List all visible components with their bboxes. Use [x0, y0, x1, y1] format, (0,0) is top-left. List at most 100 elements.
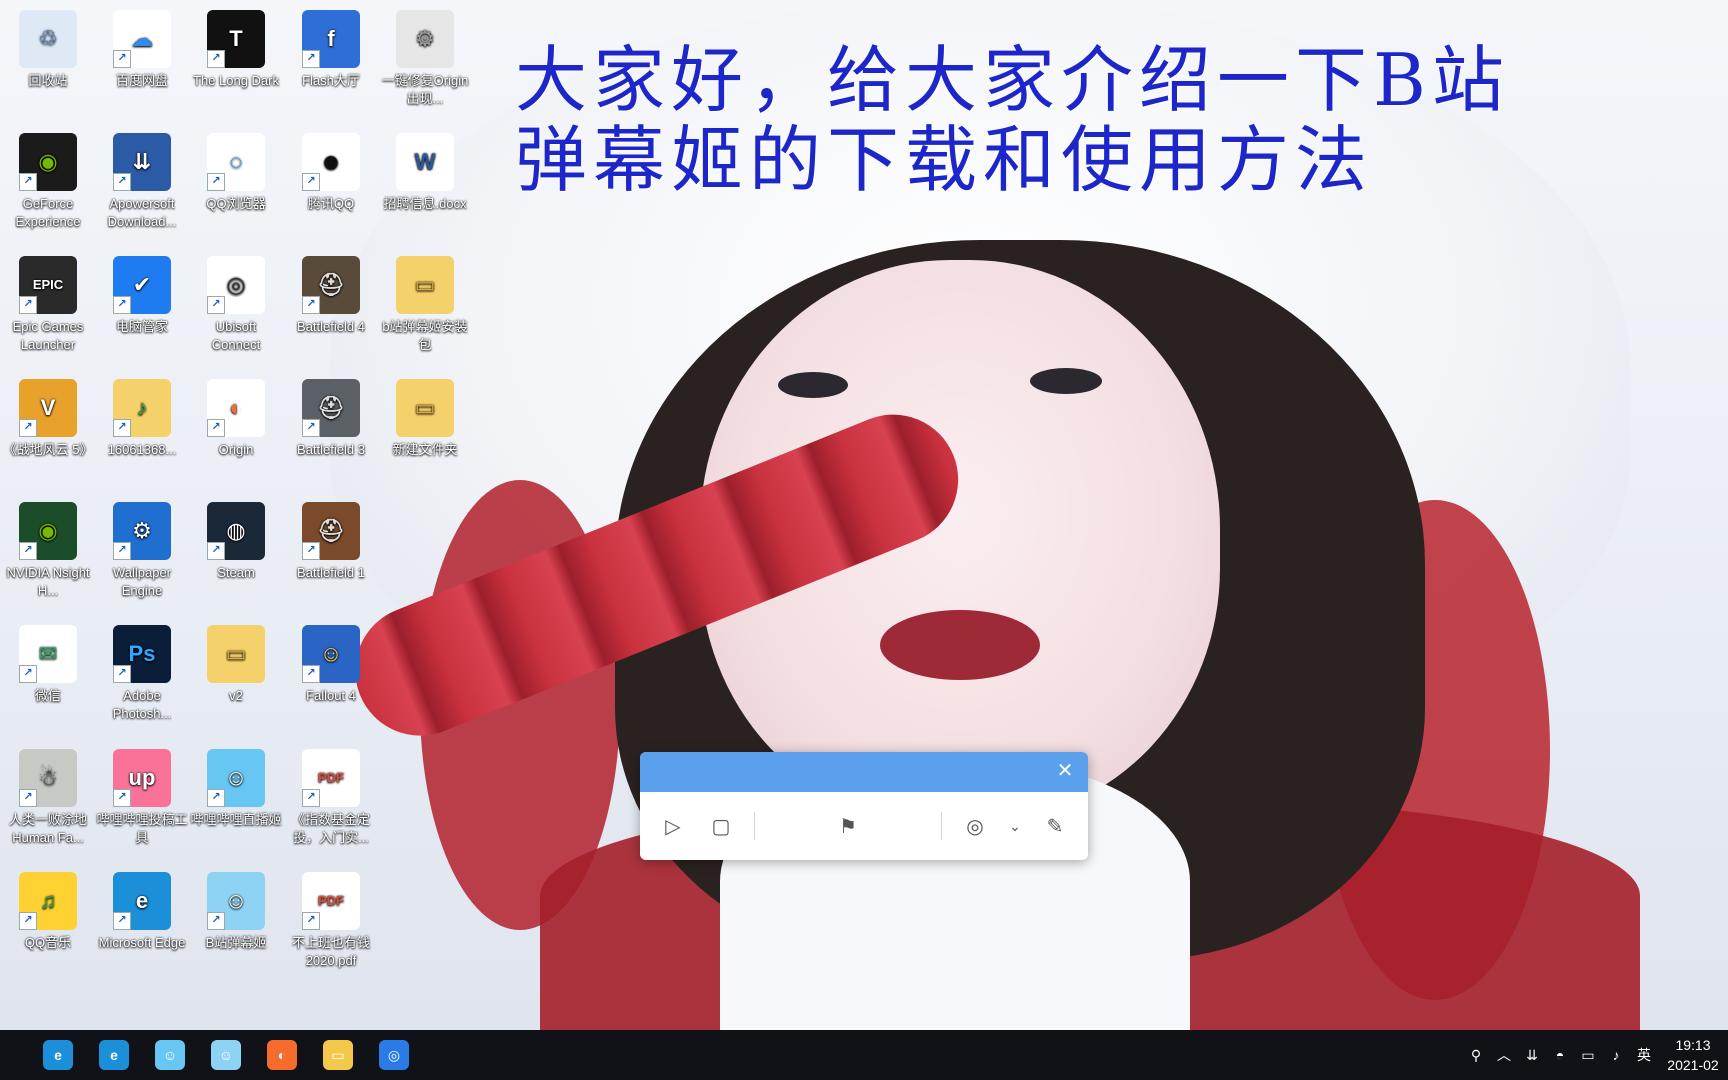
- input-method-indicator[interactable]: 英: [1630, 1041, 1658, 1069]
- qq-tray-icon[interactable]: ◓: [1546, 1041, 1574, 1069]
- desktop-icon[interactable]: ⚙ ↗ Wallpaper Engine: [94, 498, 190, 600]
- network-icon[interactable]: ▭: [1574, 1041, 1602, 1069]
- desktop-icon[interactable]: PDF ↗ 不上班也有钱2020.pdf: [283, 868, 379, 970]
- shortcut-arrow-icon: ↗: [19, 173, 37, 191]
- bilibili-live-icon: ☺: [155, 1040, 185, 1070]
- play-icon[interactable]: ▷: [658, 811, 688, 841]
- taskbar-app-edge[interactable]: e: [86, 1030, 142, 1080]
- desktop-icon-label: Fallout 4: [306, 688, 356, 703]
- taskbar-app-origin[interactable]: ◐: [254, 1030, 310, 1080]
- webcam-icon[interactable]: ◎: [960, 811, 990, 841]
- desktop-icon[interactable]: ☺ ↗ Fallout 4: [283, 621, 379, 705]
- desktop-icon-label: Epic Games Launcher: [12, 319, 84, 352]
- desktop-icon-label: Microsoft Edge: [98, 935, 186, 950]
- taskbar-app-file-explorer[interactable]: ▭: [310, 1030, 366, 1080]
- taskbar-app-bilibili-danmaku[interactable]: ☺: [198, 1030, 254, 1080]
- chevron-down-icon[interactable]: ⌄: [1008, 811, 1022, 841]
- desktop-icon-label: 哔哩哔哩投稿工具: [96, 812, 188, 845]
- volume-icon[interactable]: ♪: [1602, 1041, 1630, 1069]
- desktop-icon-label: 百度网盘: [115, 73, 168, 88]
- desktop-icon-label: Wallpaper Engine: [112, 565, 172, 598]
- desktop-icon[interactable]: EPIC ↗ Epic Games Launcher: [0, 252, 96, 354]
- pdf-icon: PDF ↗: [302, 749, 360, 807]
- desktop-icon[interactable]: ⚙ 一键修复Origin出现...: [377, 6, 473, 108]
- desktop-icon[interactable]: ◌ ↗ QQ浏览器: [188, 129, 284, 213]
- epic-games-icon: EPIC ↗: [19, 256, 77, 314]
- desktop-icon-label: 新建文件夹: [392, 442, 458, 457]
- chevron-up-icon[interactable]: ︿: [1490, 1041, 1518, 1069]
- desktop-icon[interactable]: W 招聘信息.docx: [377, 129, 473, 213]
- people-icon[interactable]: ⚲: [1462, 1041, 1490, 1069]
- taskbar-app-bilibili-live[interactable]: ☺: [142, 1030, 198, 1080]
- headline-line-1: 大家好，给大家介绍一下B站: [515, 38, 1510, 122]
- desktop-icon-label: Apowersoft Download...: [107, 196, 177, 229]
- desktop-icon-label: The Long Dark: [193, 73, 279, 88]
- shortcut-arrow-icon: ↗: [207, 419, 225, 437]
- desktop-icon[interactable]: ☺ ↗ B站弹幕姬: [188, 868, 284, 952]
- shortcut-arrow-icon: ↗: [302, 665, 320, 683]
- desktop-icon[interactable]: ⛑ ↗ Battlefield 1: [283, 498, 379, 582]
- edge-icon: e: [43, 1040, 73, 1070]
- human-fall-flat-icon: ☃ ↗: [19, 749, 77, 807]
- desktop-icon-label: 电脑管家: [115, 319, 168, 334]
- desktop-icon[interactable]: ♫ ↗ QQ音乐: [0, 868, 96, 952]
- desktop-icon[interactable]: ◎ ↗ Ubisoft Connect: [188, 252, 284, 354]
- fallout-4-icon: ☺ ↗: [302, 625, 360, 683]
- desktop-icon[interactable]: f ↗ Flash大厅: [283, 6, 379, 90]
- desktop-icon[interactable]: e ↗ Microsoft Edge: [94, 868, 190, 952]
- shortcut-arrow-icon: ↗: [113, 50, 131, 68]
- desktop-icon[interactable]: ☻ ↗ 腾讯QQ: [283, 129, 379, 213]
- desktop-icon[interactable]: ⇊ ↗ Apowersoft Download...: [94, 129, 190, 231]
- pencil-icon[interactable]: ✎: [1040, 811, 1070, 841]
- desktop-icon[interactable]: ⛑ ↗ Battlefield 3: [283, 375, 379, 459]
- folder-icon: ▭: [396, 256, 454, 314]
- close-icon[interactable]: ✕: [1054, 760, 1076, 782]
- taskbar-app-screen-recorder[interactable]: ◎: [366, 1030, 422, 1080]
- flash-hall-icon: f ↗: [302, 10, 360, 68]
- shortcut-arrow-icon: ↗: [19, 912, 37, 930]
- shortcut-arrow-icon: ↗: [19, 419, 37, 437]
- gta-v-icon: V ↗: [19, 379, 77, 437]
- desktop-icon[interactable]: ◍ ↗ Steam: [188, 498, 284, 582]
- stop-icon[interactable]: ▢: [706, 811, 736, 841]
- desktop-icon[interactable]: ⛑ ↗ Battlefield 4: [283, 252, 379, 336]
- desktop-icon[interactable]: ▭ v2: [188, 621, 284, 705]
- desktop-icon[interactable]: T ↗ The Long Dark: [188, 6, 284, 90]
- download-tray-icon[interactable]: ⇊: [1518, 1041, 1546, 1069]
- desktop-icon[interactable]: Ps ↗ Adobe Photosh...: [94, 621, 190, 723]
- shortcut-arrow-icon: ↗: [113, 912, 131, 930]
- flag-icon[interactable]: ⚑: [833, 811, 863, 841]
- desktop-icon[interactable]: ✉ ↗ 微信: [0, 621, 96, 705]
- desktop-icon-label: QQ音乐: [24, 935, 72, 950]
- desktop-icon[interactable]: ◐ ↗ Origin: [188, 375, 284, 459]
- desktop-icon[interactable]: ☁ ↗ 百度网盘: [94, 6, 190, 90]
- qq-browser-icon: ◌ ↗: [207, 133, 265, 191]
- desktop-icon[interactable]: ♪ ↗ 16061368...: [94, 375, 190, 459]
- desktop-icon[interactable]: ♲ 回收站: [0, 6, 96, 90]
- desktop-icon[interactable]: PDF ↗ 《指数基金定投，入门实...: [283, 745, 379, 847]
- bilibili-danmaku-icon: ☺: [211, 1040, 241, 1070]
- origin-icon: ◐: [267, 1040, 297, 1070]
- desktop-icon-label: Battlefield 4: [297, 319, 365, 334]
- clock-time: 19:13: [1675, 1037, 1711, 1053]
- taskbar-app-edge[interactable]: e: [30, 1030, 86, 1080]
- desktop-icon[interactable]: ◉ ↗ GeForce Experience: [0, 129, 96, 231]
- battlefield-4-icon: ⛑ ↗: [302, 256, 360, 314]
- shortcut-arrow-icon: ↗: [207, 296, 225, 314]
- desktop-icon[interactable]: V ↗ 《战地风云 5》: [0, 375, 96, 459]
- desktop-icon[interactable]: ✔ ↗ 电脑管家: [94, 252, 190, 336]
- desktop-icon[interactable]: ☃ ↗ 人类一败涂地 Human Fa...: [0, 745, 96, 847]
- desktop-icon-label: 人类一败涂地 Human Fa...: [8, 812, 87, 845]
- clock[interactable]: 19:13 2021-02: [1658, 1035, 1728, 1075]
- folder-icon: ▭: [396, 379, 454, 437]
- headline-overlay: 大家好，给大家介绍一下B站 弹幕姬的下载和使用方法: [515, 40, 1595, 200]
- toolbar-divider: [941, 812, 942, 840]
- desktop-icon[interactable]: up ↗ 哔哩哔哩投稿工具: [94, 745, 190, 847]
- wallpaper-engine-icon: ⚙ ↗: [113, 502, 171, 560]
- desktop-icon[interactable]: ▭ 新建文件夹: [377, 375, 473, 459]
- recorder-title-bar[interactable]: ✕: [640, 752, 1088, 792]
- desktop-icon[interactable]: ◉ ↗ NVIDIA Nsight H...: [0, 498, 96, 600]
- screen-recorder-icon: ◎: [379, 1040, 409, 1070]
- desktop-icon[interactable]: ▭ b站弹幕姬安装包: [377, 252, 473, 354]
- desktop-icon[interactable]: ☺ ↗ 哔哩哔哩直播姬: [188, 745, 284, 829]
